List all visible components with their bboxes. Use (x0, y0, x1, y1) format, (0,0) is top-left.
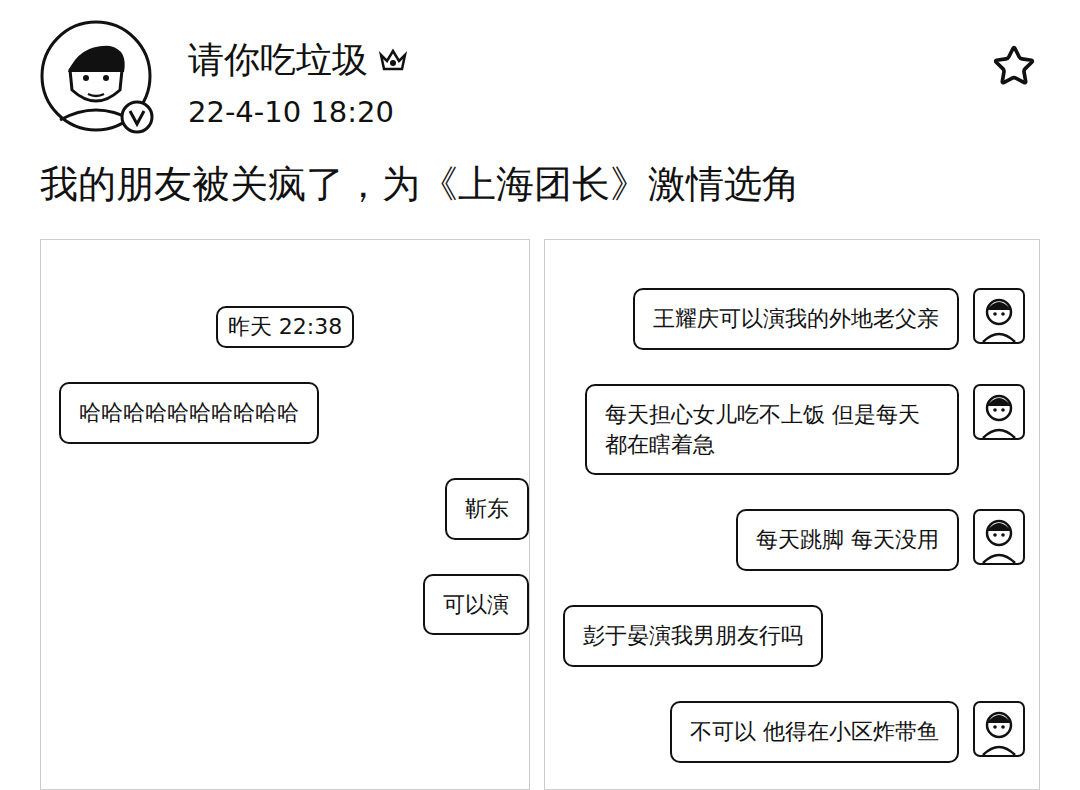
contact-avatar-icon[interactable] (973, 288, 1025, 344)
message-bubble: 哈哈哈哈哈哈哈哈哈哈 (59, 382, 319, 444)
author-name[interactable]: 请你吃垃圾 (188, 38, 368, 81)
message-bubble: 靳东 (445, 478, 529, 540)
message-bubble: 不可以 他得在小区炸带鱼 (670, 701, 959, 763)
author-avatar[interactable] (40, 20, 152, 132)
post-time: 22-4-10 18:20 (188, 95, 952, 130)
message-bubble: 每天担心女儿吃不上饭 但是每天都在瞎着急 (585, 384, 959, 475)
weibo-post: 请你吃垃圾 22-4-10 18:20 我的朋友被关疯了，为《上海团长》激情选角昨天… (0, 0, 1080, 790)
message-row: 哈哈哈哈哈哈哈哈哈哈 (41, 382, 529, 444)
verified-badge-icon (120, 100, 154, 134)
message-row: 可以演 (41, 574, 529, 636)
message-row: 每天跳脚 每天没用 (545, 509, 1039, 571)
message-row: 彭于晏演我男朋友行吗 (545, 605, 1039, 667)
author-info: 请你吃垃圾 22-4-10 18:20 (188, 20, 952, 130)
message-bubble: 可以演 (423, 574, 529, 636)
chat-timestamp: 昨天 22:38 (216, 306, 354, 348)
star-icon (992, 44, 1036, 88)
member-badge-icon (376, 43, 410, 77)
message-row: 靳东 (41, 478, 529, 540)
message-row: 每天担心女儿吃不上饭 但是每天都在瞎着急 (545, 384, 1039, 475)
post-text: 我的朋友被关疯了，为《上海团长》激情选角 (40, 160, 1040, 209)
contact-avatar-icon[interactable] (973, 509, 1025, 565)
message-row: 王耀庆可以演我的外地老父亲 (545, 288, 1039, 350)
chat-screenshot[interactable]: 昨天 22:38 哈哈哈哈哈哈哈哈哈哈靳东可以演 (40, 239, 530, 790)
message-bubble: 每天跳脚 每天没用 (736, 509, 959, 571)
message-bubble: 王耀庆可以演我的外地老父亲 (633, 288, 959, 350)
screenshot-grid: 昨天 22:38哈哈哈哈哈哈哈哈哈哈靳东可以演王耀庆可以演我的外地老父亲每天担心… (40, 239, 1040, 790)
chat-screenshot[interactable]: 王耀庆可以演我的外地老父亲每天担心女儿吃不上饭 但是每天都在瞎着急每天跳脚 每天… (544, 239, 1040, 790)
contact-avatar-icon[interactable] (973, 384, 1025, 440)
post-header: 请你吃垃圾 22-4-10 18:20 (40, 20, 1040, 132)
favorite-button[interactable] (988, 40, 1040, 92)
contact-avatar-icon[interactable] (973, 701, 1025, 757)
message-row: 不可以 他得在小区炸带鱼 (545, 701, 1039, 763)
message-bubble: 彭于晏演我男朋友行吗 (563, 605, 823, 667)
